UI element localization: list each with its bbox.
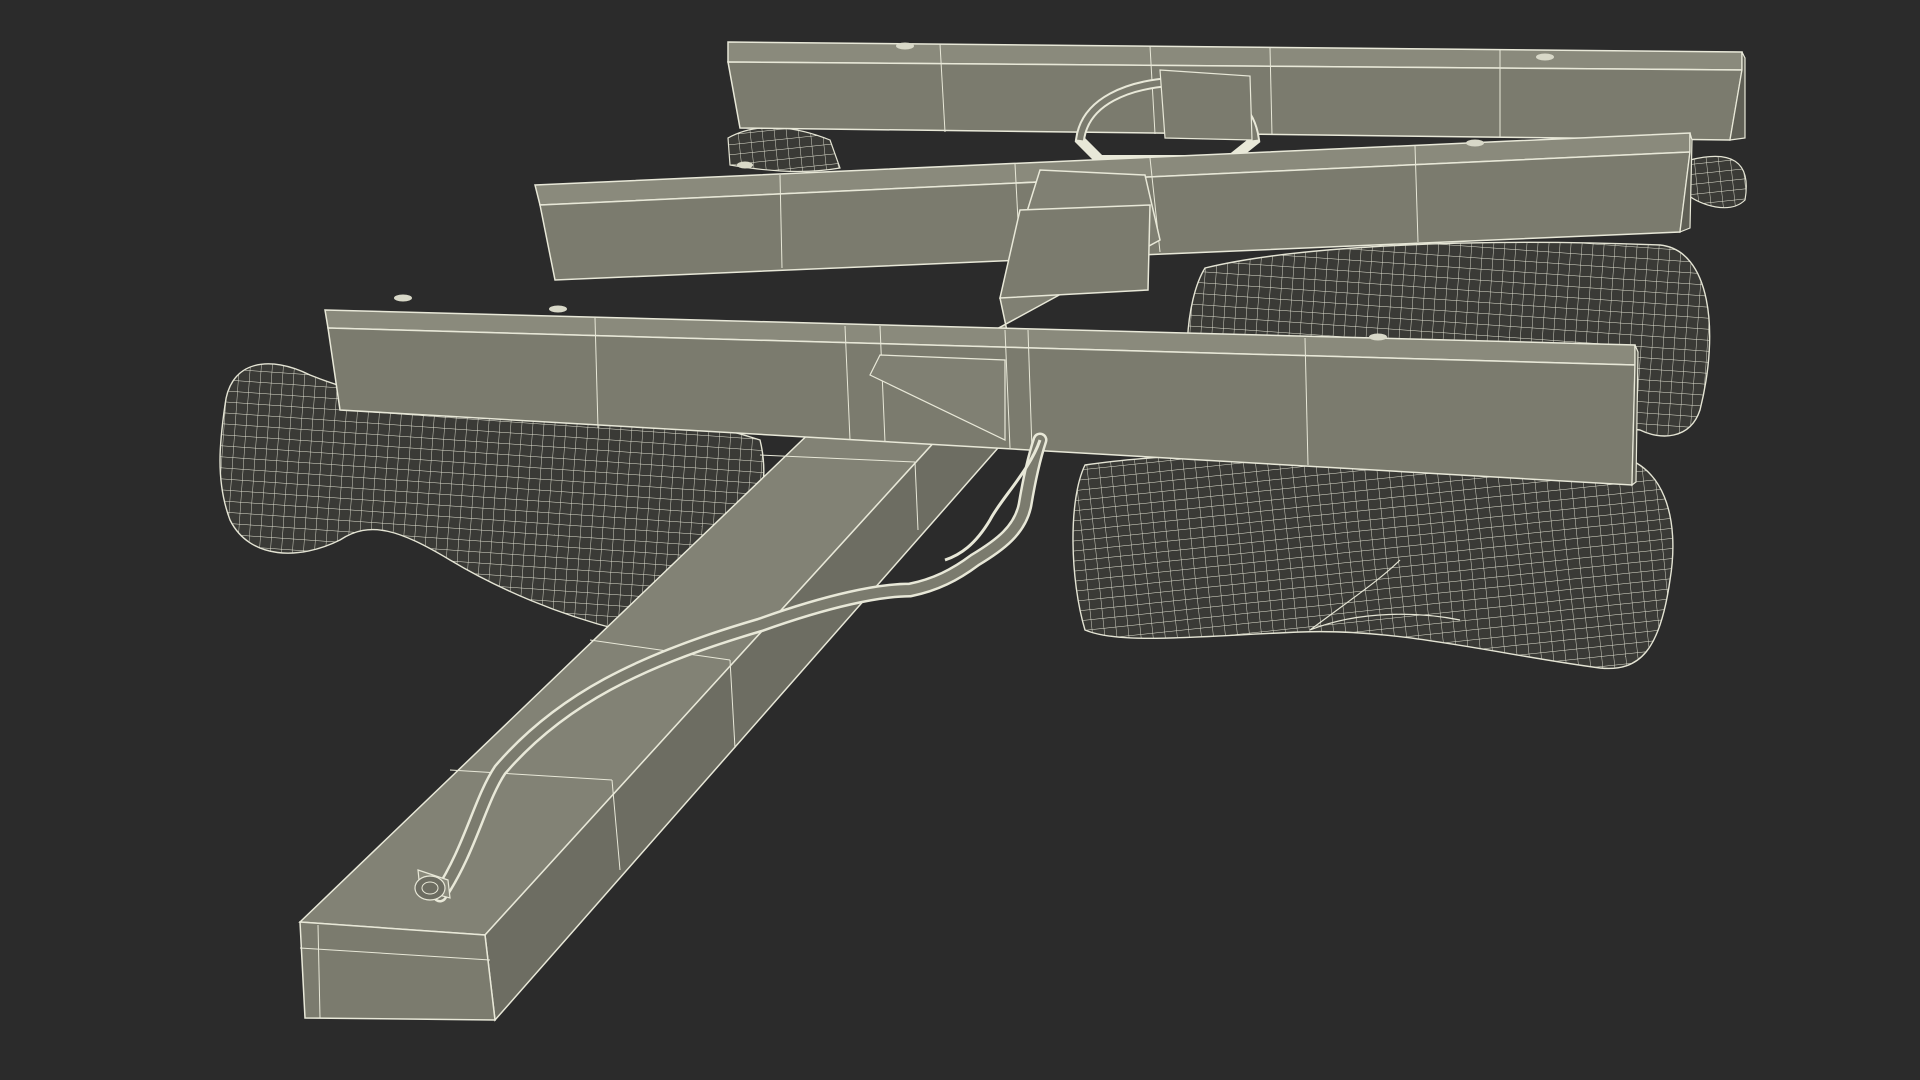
right-rear-flotation-bag — [1072, 450, 1674, 670]
wireframe-model — [219, 41, 1747, 1022]
3d-viewport[interactable] — [0, 0, 1920, 1080]
rear-right-flotation-bag — [1687, 155, 1747, 209]
